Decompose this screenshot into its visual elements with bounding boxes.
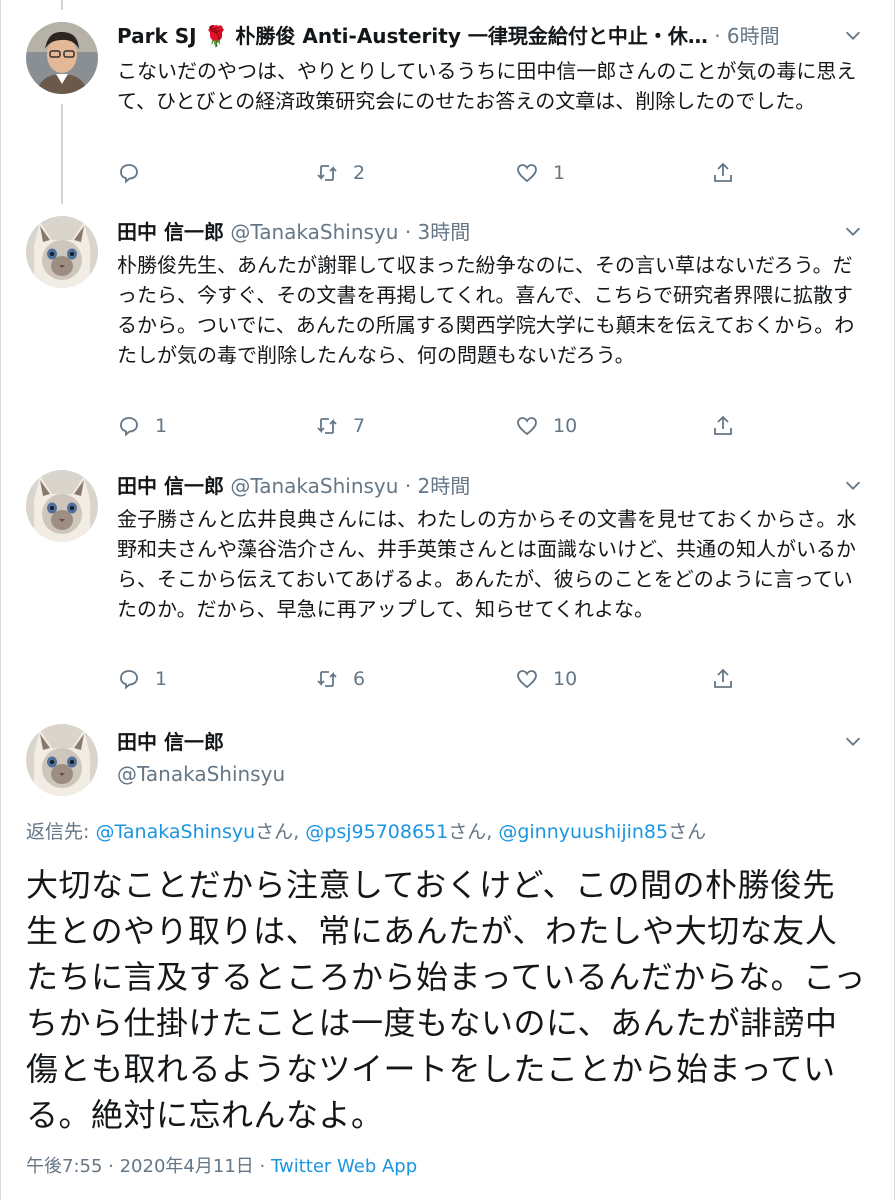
author-name[interactable]: 田中 信一郎: [117, 728, 224, 756]
retweet-icon: [317, 418, 337, 434]
tweet-text: こないだのやつは、やりとりしているうちに田中信一郎さんのことが気の毒に思えて、ひ…: [117, 59, 857, 113]
main-tweet-text: 大切なことだから注意しておくけど、この間の朴勝俊先生とのやり取りは、常にあんたが…: [26, 866, 866, 1134]
like-count: 10: [553, 415, 578, 437]
tweet-header: 田中 信一郎 @TanakaShinsyu · 2時間: [117, 472, 836, 500]
source-app-link[interactable]: Twitter Web App: [271, 1156, 417, 1177]
retweet-button[interactable]: 2: [315, 157, 365, 189]
reply-button[interactable]: [117, 157, 155, 189]
avatar-tanaka[interactable]: [26, 216, 98, 288]
reply-count: 1: [155, 668, 168, 690]
tweet-text: 金子勝さんと広井良典さんには、わたしの方からその文書を見せておくからさ。水野和夫…: [117, 507, 857, 621]
like-icon: [517, 670, 537, 689]
chevron-down-icon[interactable]: [842, 474, 864, 496]
tweet-actions: 2 1: [117, 157, 757, 189]
tweet-time[interactable]: 3時間: [418, 220, 471, 244]
separator-dot: ·: [108, 1156, 120, 1177]
reply-icon: [120, 670, 138, 690]
tweet-time[interactable]: 6時間: [727, 24, 780, 48]
like-icon: [517, 417, 537, 436]
share-button[interactable]: [711, 663, 735, 695]
tweet-actions: 1 7 10: [117, 410, 757, 442]
retweet-count: 6: [353, 668, 366, 690]
separator-dot: ·: [404, 220, 418, 244]
author-handle[interactable]: @TanakaShinsyu: [230, 474, 398, 498]
chevron-down-icon[interactable]: [842, 730, 864, 752]
mention-separator: ,: [486, 821, 499, 843]
chevron-down-icon[interactable]: [842, 24, 864, 46]
reply-count: 1: [155, 415, 168, 437]
avatar-tanaka[interactable]: [26, 724, 98, 796]
mention-link[interactable]: @ginnyuushijin85: [498, 821, 668, 843]
reply-icon: [120, 417, 138, 437]
thread-line: [61, 0, 63, 10]
retweet-count: 7: [353, 415, 366, 437]
reply-icon: [120, 164, 138, 184]
separator-dot: ·: [404, 474, 418, 498]
tweet-actions: 1 6 10: [117, 663, 757, 695]
like-button[interactable]: 10: [515, 663, 577, 695]
author-handle[interactable]: @TanakaShinsyu: [230, 220, 398, 244]
share-button[interactable]: [711, 410, 735, 442]
author-handle[interactable]: @TanakaShinsyu: [117, 760, 285, 788]
share-button[interactable]: [711, 157, 735, 189]
reply-button[interactable]: 1: [117, 410, 167, 442]
share-icon: [714, 415, 732, 435]
mention-suffix: さん: [255, 821, 294, 843]
tweet-header: Park SJ 🌹 朴勝俊 Anti-Austerity 一律現金給付と中止・休…: [117, 22, 836, 50]
tweet-time[interactable]: 午後7:55: [26, 1156, 102, 1177]
tweet-header: 田中 信一郎 @TanakaShinsyu · 3時間: [117, 218, 836, 246]
retweet-button[interactable]: 6: [315, 663, 365, 695]
thread-line: [61, 104, 63, 204]
retweet-count: 2: [353, 162, 366, 184]
mention-separator: ,: [293, 821, 306, 843]
like-icon: [517, 164, 537, 183]
like-count: 10: [553, 668, 578, 690]
retweet-button[interactable]: 7: [315, 410, 365, 442]
like-button[interactable]: 10: [515, 410, 577, 442]
tweet-thread: Park SJ 🌹 朴勝俊 Anti-Austerity 一律現金給付と中止・休…: [0, 0, 895, 1200]
mention-link[interactable]: @psj95708651: [305, 821, 448, 843]
share-icon: [714, 162, 732, 182]
tweet-time[interactable]: 2時間: [418, 474, 471, 498]
separator-dot: ·: [714, 24, 727, 48]
chevron-down-icon[interactable]: [842, 220, 864, 242]
like-button[interactable]: 1: [515, 157, 565, 189]
tweet-text: 朴勝俊先生、あんたが謝罪して収まった紛争なのに、その言い草はないだろう。だったら…: [117, 253, 855, 367]
tweet-date[interactable]: 2020年4月11日: [120, 1156, 254, 1177]
avatar-park[interactable]: [26, 22, 98, 94]
mention-link[interactable]: @TanakaShinsyu: [95, 821, 255, 843]
author-name[interactable]: Park SJ 🌹 朴勝俊 Anti-Austerity 一律現金給付と中止・休…: [117, 24, 708, 48]
avatar-tanaka[interactable]: [26, 470, 98, 542]
mention-suffix: さん: [448, 821, 487, 843]
separator-dot: ·: [259, 1156, 271, 1177]
author-name[interactable]: 田中 信一郎: [117, 220, 224, 244]
retweet-icon: [317, 671, 337, 687]
mention-suffix: さん: [668, 821, 707, 843]
retweet-icon: [317, 165, 337, 181]
tweet-meta: 午後7:55 · 2020年4月11日 · Twitter Web App: [26, 1153, 417, 1181]
share-icon: [714, 668, 732, 688]
author-name[interactable]: 田中 信一郎: [117, 474, 224, 498]
reply-to-label: 返信先:: [26, 821, 96, 843]
reply-to-line: 返信先: @TanakaShinsyuさん, @psj95708651さん, @…: [26, 818, 706, 846]
like-count: 1: [553, 162, 566, 184]
reply-button[interactable]: 1: [117, 663, 167, 695]
